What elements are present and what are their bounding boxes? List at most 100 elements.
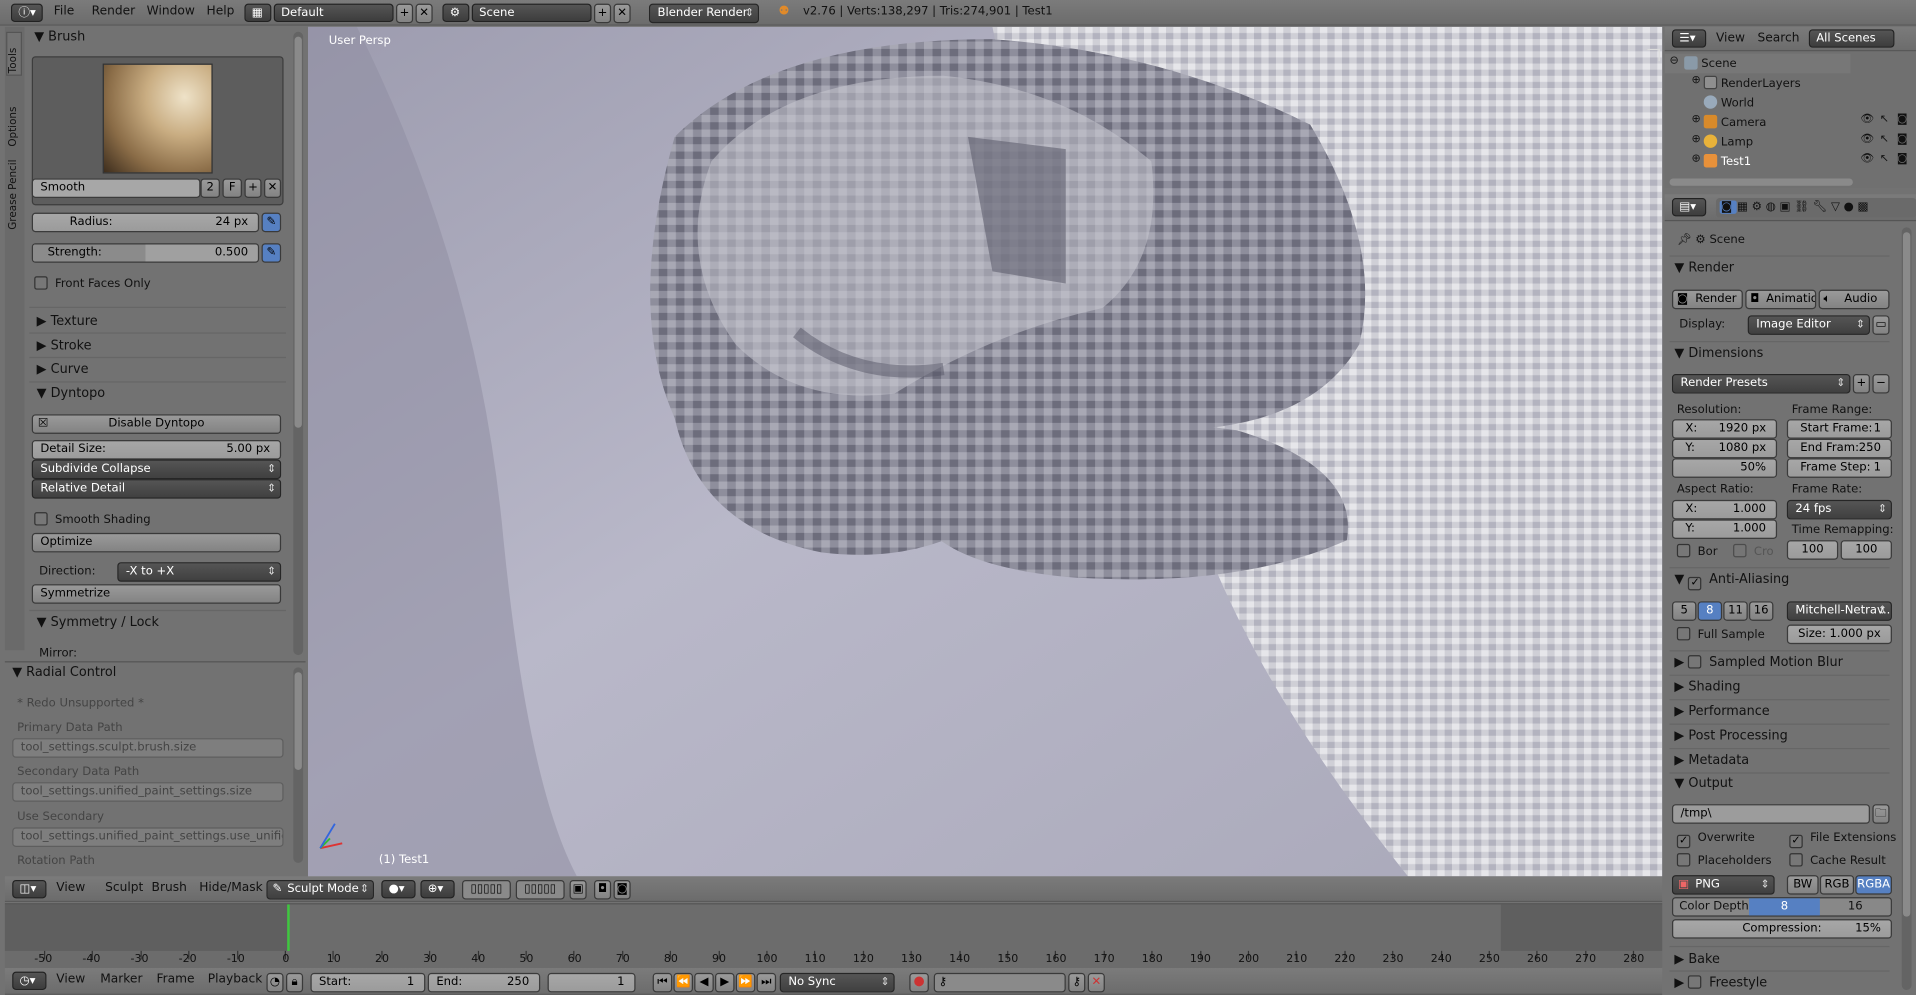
- cursor-icon[interactable]: ↖: [1880, 153, 1889, 165]
- texture-panel-header[interactable]: ▶ Texture: [37, 314, 98, 329]
- display-select[interactable]: Image Editor: [1747, 315, 1870, 335]
- menu-help[interactable]: Help: [207, 5, 235, 18]
- scene-context-icon[interactable]: ⚙: [1752, 200, 1766, 213]
- layer-buttons-2[interactable]: ▯▯▯▯▯: [515, 879, 565, 900]
- detail-type-select[interactable]: Relative Detail: [31, 479, 282, 499]
- checkbox-icon[interactable]: ✓: [1688, 576, 1702, 591]
- color-rgb-button[interactable]: RGB: [1819, 875, 1855, 895]
- remove-scene-button[interactable]: ✕: [613, 3, 631, 24]
- filter-size-field[interactable]: Size: 1.000 px: [1786, 624, 1892, 645]
- outliner-row-test1[interactable]: ⊕ Test1 👁︎ ↖ ◙: [1665, 152, 1916, 172]
- aa-filter-select[interactable]: Mitchell-Netrav...: [1786, 601, 1892, 621]
- optimize-button[interactable]: Optimize: [31, 532, 282, 553]
- resolution-percentage-field[interactable]: 50%: [1671, 458, 1778, 478]
- audio-button[interactable]: 🔈︎ Audio: [1818, 289, 1890, 310]
- world-context-icon[interactable]: ◍: [1766, 200, 1780, 213]
- cache-result-checkbox[interactable]: Cache Result: [1789, 853, 1886, 868]
- render-layers-context-icon[interactable]: ▦: [1737, 200, 1752, 213]
- constraints-context-icon[interactable]: ⛓: [1794, 200, 1812, 213]
- detail-size-field[interactable]: Detail Size: 5.00 px: [31, 439, 282, 460]
- overwrite-checkbox[interactable]: ✓ Overwrite: [1676, 831, 1755, 849]
- post-processing-panel-header[interactable]: ▶ Post Processing: [1674, 728, 1787, 743]
- jump-end-button[interactable]: ⏭: [756, 972, 777, 993]
- render-presets-select[interactable]: Render Presets: [1671, 373, 1851, 394]
- render-visibility-icon[interactable]: ◙: [1897, 133, 1908, 145]
- color-rgba-button[interactable]: RGBA: [1855, 875, 1892, 895]
- aa-samples-5[interactable]: 5: [1671, 601, 1697, 621]
- editor-type-button[interactable]: ⓘ▾: [10, 3, 43, 22]
- color-depth-16-button[interactable]: 16: [1820, 898, 1891, 915]
- crop-checkbox[interactable]: Cro: [1733, 543, 1774, 559]
- render-panel-header[interactable]: ▼ Render: [1674, 260, 1734, 275]
- properties-scrollbar[interactable]: [1901, 227, 1912, 990]
- outliner-row-world[interactable]: World: [1665, 93, 1851, 113]
- front-faces-checkbox[interactable]: Front Faces Only: [34, 276, 151, 291]
- shading-panel-header[interactable]: ▶ Shading: [1674, 680, 1740, 695]
- resolution-y-field[interactable]: Y: 1080 px: [1671, 438, 1778, 459]
- 3d-viewport[interactable]: User Persp (1) Test1: [307, 26, 1663, 877]
- outliner-row-lamp[interactable]: ⊕ Lamp 👁︎ ↖ ◙: [1665, 132, 1916, 152]
- render-animation-button[interactable]: ◙: [613, 879, 631, 900]
- current-frame-field[interactable]: 1: [547, 972, 636, 993]
- anti-aliasing-panel-header[interactable]: ▼ ✓ Anti-Aliasing: [1674, 572, 1789, 591]
- scrollbar-thumb[interactable]: [294, 36, 302, 428]
- symmetry-panel-header[interactable]: ▼ Symmetry / Lock: [37, 615, 159, 630]
- dyntopo-panel-header[interactable]: ▼ Dyntopo: [37, 386, 105, 401]
- end-frame-field[interactable]: End Fram: 250: [1786, 438, 1892, 459]
- add-layout-button[interactable]: +: [395, 3, 414, 24]
- data-context-icon[interactable]: ▽: [1831, 200, 1844, 213]
- prev-keyframe-button[interactable]: ⏪: [673, 972, 693, 993]
- tab-options[interactable]: Options: [7, 107, 19, 147]
- delete-keyframe-button[interactable]: ✕: [1087, 972, 1105, 993]
- render-context-icon[interactable]: ◙: [1719, 200, 1738, 214]
- render-opengl-button[interactable]: ◘: [593, 879, 612, 900]
- keying-set-field[interactable]: ⚷: [933, 972, 1066, 993]
- file-extensions-checkbox[interactable]: ✓ File Extensions: [1789, 831, 1896, 849]
- lock-range-button[interactable]: 🔒︎: [285, 972, 304, 993]
- preview-range-button[interactable]: ◔: [266, 972, 284, 993]
- lock-interface-button[interactable]: ▭: [1872, 315, 1890, 335]
- color-depth-8-button[interactable]: 8: [1748, 898, 1820, 916]
- file-format-select[interactable]: ▣ PNG: [1671, 875, 1775, 895]
- brush-users-count[interactable]: 2: [200, 178, 220, 198]
- shading-select[interactable]: ●▾: [381, 879, 416, 899]
- add-preset-button[interactable]: +: [1852, 373, 1870, 394]
- layout-selector[interactable]: Default: [273, 3, 394, 22]
- scrollbar-thumb[interactable]: [294, 672, 302, 770]
- redo-scrollbar[interactable]: [293, 667, 304, 863]
- eye-icon[interactable]: 👁︎: [1860, 114, 1874, 126]
- performance-panel-header[interactable]: ▶ Performance: [1674, 704, 1769, 719]
- menu-file[interactable]: File: [54, 5, 74, 18]
- animation-button[interactable]: ◘Animation: [1745, 289, 1817, 310]
- menu-brush[interactable]: Brush: [152, 881, 187, 894]
- browse-folder-button[interactable]: 🗀︎: [1872, 804, 1890, 824]
- start-frame-field[interactable]: Start Frame: 1: [1786, 419, 1892, 439]
- scrollbar-thumb[interactable]: [1902, 232, 1911, 917]
- play-reverse-button[interactable]: ◀: [694, 972, 714, 993]
- insert-keyframe-button[interactable]: ⚷: [1068, 972, 1086, 993]
- pivot-select[interactable]: ⊕▾: [420, 879, 455, 899]
- aspect-y-field[interactable]: Y: 1.000: [1671, 519, 1778, 539]
- menu-search[interactable]: Search: [1758, 32, 1800, 45]
- motion-blur-panel-header[interactable]: ▶ Sampled Motion Blur: [1674, 655, 1843, 670]
- strength-pressure-toggle[interactable]: ✎: [261, 243, 282, 263]
- display-mode-select[interactable]: All Scenes: [1808, 29, 1895, 48]
- remove-preset-button[interactable]: −: [1872, 373, 1890, 394]
- new-brush-button[interactable]: +: [244, 178, 262, 198]
- render-visibility-icon[interactable]: ◙: [1897, 114, 1908, 126]
- expand-icon[interactable]: ⊕: [1692, 153, 1701, 165]
- sync-mode-select[interactable]: No Sync: [779, 972, 895, 993]
- symmetrize-button[interactable]: Symmetrize: [31, 584, 282, 604]
- output-panel-header[interactable]: ▼ Output: [1674, 776, 1733, 791]
- timeline-area[interactable]: -50 -40 -30 -20 -10 0 10 20 30 40 50 60 70 80 90 100 110…: [4, 903, 1663, 968]
- brush-panel-header[interactable]: ▼ Brush: [34, 29, 85, 44]
- primary-data-path-field[interactable]: tool_settings.sculpt.brush.size: [12, 738, 284, 758]
- jump-start-button[interactable]: ⏮: [652, 972, 673, 993]
- brush-name-field[interactable]: Smooth: [31, 178, 201, 198]
- menu-sculpt[interactable]: Sculpt: [105, 881, 143, 894]
- radial-control-header[interactable]: ▼ Radial Control: [12, 665, 116, 680]
- remap-old-field[interactable]: 100: [1786, 540, 1839, 560]
- aspect-x-field[interactable]: X: 1.000: [1671, 499, 1778, 520]
- curve-panel-header[interactable]: ▶ Curve: [37, 362, 89, 377]
- scene-icon-button[interactable]: ⚙: [442, 3, 470, 22]
